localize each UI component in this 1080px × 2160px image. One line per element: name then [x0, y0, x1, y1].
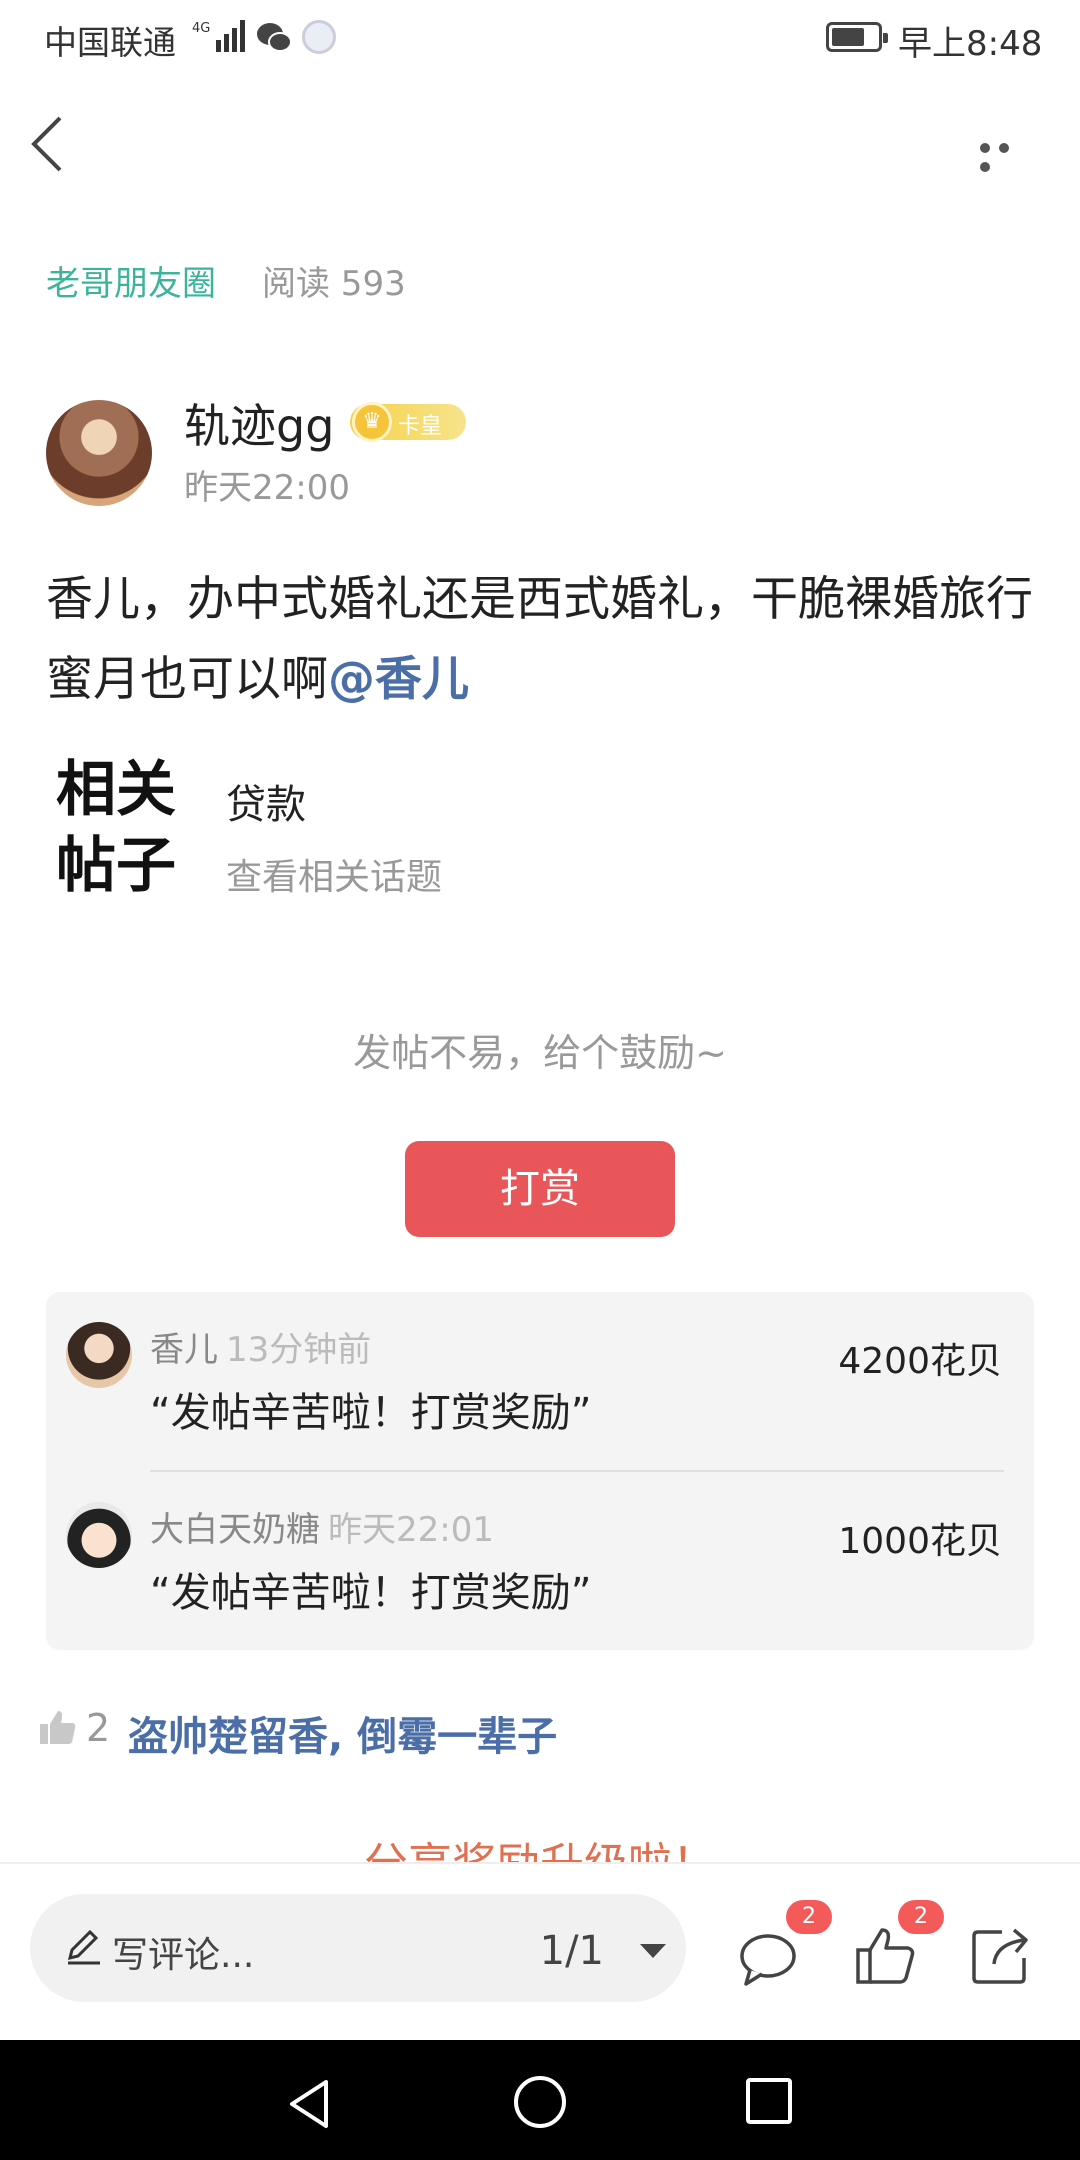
comment-input[interactable]: 写评论... 1/1	[30, 1894, 686, 2002]
reward-message: “发帖辛苦啦！打赏奖励”	[150, 1390, 592, 1436]
likers-list[interactable]: 盗帅楚留香, 倒霉一辈子	[128, 1704, 557, 1762]
reward-time: 昨天22:01	[328, 1510, 494, 1550]
reward-message: “发帖辛苦啦！打赏奖励”	[150, 1570, 592, 1616]
nav-recents-icon[interactable]	[746, 2078, 792, 2124]
reward-time: 13分钟前	[226, 1330, 372, 1370]
like-icon[interactable]	[854, 1924, 918, 1988]
like-count-badge: 2	[898, 1900, 944, 1934]
badge-label: 卡皇	[398, 414, 443, 439]
rewarder-name[interactable]: 香儿	[150, 1330, 218, 1370]
clock: 早上8:48	[898, 24, 1043, 64]
share-reward-banner[interactable]: 分享奖励升级啦！	[0, 1828, 1080, 1864]
comment-count-badge: 2	[786, 1900, 832, 1934]
post-text: 香儿，办中式婚礼还是西式婚礼，干脆裸婚旅行蜜月也可以啊	[46, 572, 1033, 707]
wechat-icon	[257, 23, 292, 52]
reward-list: 香儿 13分钟前 “发帖辛苦啦！打赏奖励” 4200花贝 大白天奶糖 昨天22:01…	[46, 1292, 1034, 1650]
rewarder-info: 香儿 13分钟前	[150, 1322, 371, 1371]
post-content: 香儿，办中式婚礼还是西式婚礼，干脆裸婚旅行蜜月也可以啊@香儿	[46, 560, 1046, 720]
crown-icon: ♛	[352, 402, 392, 442]
more-options-icon[interactable]	[980, 138, 1036, 172]
like-count: 2	[86, 1706, 111, 1750]
related-topic-tag[interactable]: 贷款	[226, 772, 306, 830]
circle-link[interactable]: 老哥朋友圈	[46, 256, 216, 305]
share-icon[interactable]	[968, 1924, 1032, 1988]
app-notification-icon	[302, 20, 336, 54]
related-logo-line2: 帖子	[56, 831, 176, 901]
reward-row[interactable]: 大白天奶糖 昨天22:01 “发帖辛苦啦！打赏奖励” 1000花贝	[46, 1472, 1034, 1650]
encourage-text: 发帖不易，给个鼓励~	[353, 1031, 727, 1075]
reward-amount: 4200花贝	[838, 1341, 1002, 1382]
system-navigation-bar	[0, 2040, 1080, 2160]
mention-link[interactable]: @香儿	[328, 652, 469, 707]
comment-icon[interactable]	[738, 1928, 802, 1992]
related-logo-line1: 相关	[56, 755, 176, 825]
pencil-icon	[67, 1929, 100, 1965]
reward-button[interactable]: 打赏	[405, 1141, 675, 1237]
chevron-down-icon[interactable]	[640, 1944, 666, 1958]
bottom-action-bar: 写评论... 1/1 2 2	[0, 1862, 1080, 2042]
status-bar: 中国联通 4G 早上8:48	[0, 0, 1080, 76]
rank-badge: ♛ 卡皇	[350, 402, 466, 442]
author-name[interactable]: 轨迹gg	[184, 390, 334, 456]
thumbs-up-icon	[40, 1711, 76, 1744]
svg-text:4G: 4G	[192, 21, 210, 36]
rewarder-info: 大白天奶糖 昨天22:01	[150, 1502, 494, 1551]
back-arrow-icon[interactable]	[28, 112, 68, 176]
signal-icon: 4G	[192, 20, 245, 52]
nav-home-icon[interactable]	[514, 2076, 566, 2128]
rewarder-name[interactable]: 大白天奶糖	[150, 1510, 320, 1550]
battery-icon	[826, 22, 888, 52]
reward-row[interactable]: 香儿 13分钟前 “发帖辛苦啦！打赏奖励” 4200花贝	[46, 1292, 1034, 1472]
read-count: 阅读 593	[262, 264, 406, 304]
rewarder-avatar[interactable]	[66, 1502, 132, 1568]
carrier-label: 中国联通	[44, 23, 176, 62]
reward-amount: 1000花贝	[838, 1521, 1002, 1562]
author-avatar[interactable]	[46, 400, 152, 506]
related-posts-logo: 相关 帖子	[56, 752, 196, 904]
comment-placeholder: 写评论...	[112, 1935, 255, 1976]
nav-back-icon[interactable]	[282, 2076, 338, 2132]
rewarder-avatar[interactable]	[66, 1322, 132, 1388]
page-indicator[interactable]: 1/1	[540, 1928, 604, 1974]
post-time: 昨天22:00	[184, 468, 350, 508]
related-topics-link[interactable]: 查看相关话题	[226, 848, 442, 900]
